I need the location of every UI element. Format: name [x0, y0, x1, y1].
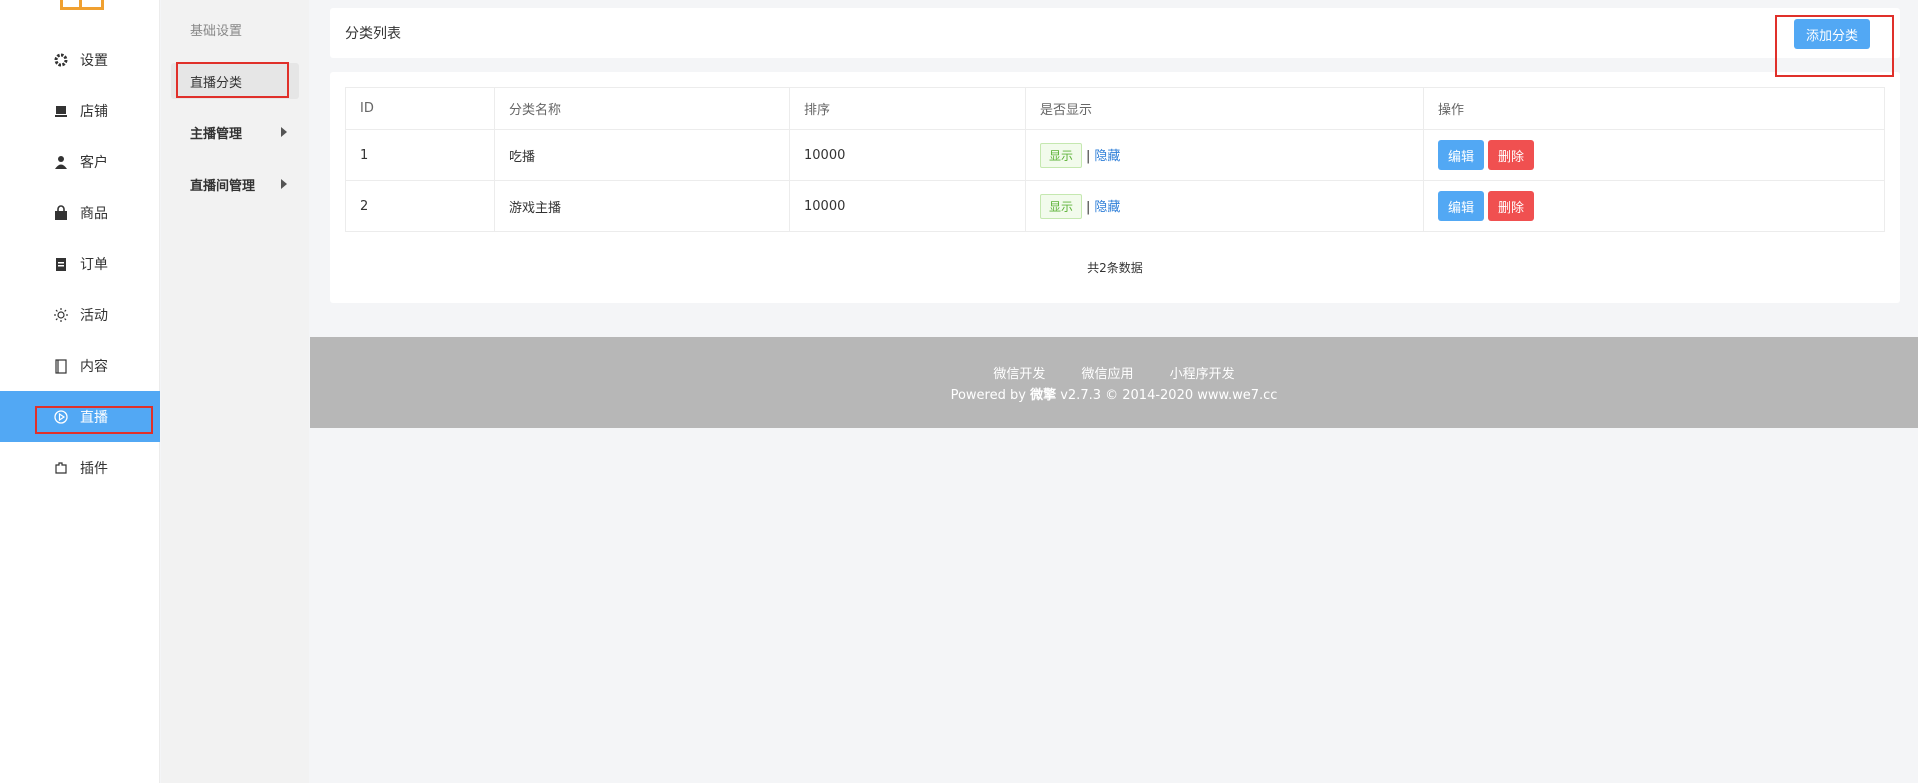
- hide-link[interactable]: 隐藏: [1094, 149, 1120, 164]
- cell-name: 游戏主播: [494, 180, 790, 232]
- sidebar-item-label: 直播: [80, 409, 108, 426]
- edit-button[interactable]: 编辑: [1438, 140, 1485, 170]
- sidebar-item-plugins[interactable]: 插件: [0, 442, 160, 493]
- separator: |: [1086, 148, 1091, 164]
- category-table-card: ID 分类名称 排序 是否显示 操作 1 吃播 10000 显示 | 隐藏 编辑 删除: [330, 72, 1900, 303]
- column-header-id: ID: [345, 87, 495, 130]
- sidebar-item-store[interactable]: 店铺: [0, 85, 160, 136]
- copyright: Powered by 微擎 v2.7.3 © 2014-2020 www.we7…: [310, 384, 1918, 403]
- play-circle-icon: [52, 408, 70, 426]
- sidebar-item-activity[interactable]: 活动: [0, 289, 160, 340]
- table-header-row: ID 分类名称 排序 是否显示 操作: [345, 87, 1885, 130]
- subnav-item-label: 直播分类: [190, 75, 243, 91]
- cell-visible: 显示 | 隐藏: [1025, 129, 1424, 181]
- brand-name: 微擎: [1030, 388, 1057, 403]
- table-row: 2 游戏主播 10000 显示 | 隐藏 编辑 删除: [345, 180, 1885, 232]
- chevron-right-icon: [281, 127, 287, 137]
- version-text: v2.7.3 © 2014-2020 www.we7.cc: [1060, 388, 1278, 403]
- page-footer: 微信开发 微信应用 小程序开发 Powered by 微擎 v2.7.3 © 2…: [310, 337, 1918, 428]
- sidebar-item-orders[interactable]: 订单: [0, 238, 160, 289]
- sidebar-item-live[interactable]: 直播: [0, 391, 160, 442]
- cell-id: 1: [345, 129, 495, 181]
- footer-link-wechat-dev[interactable]: 微信开发: [993, 367, 1045, 382]
- sidebar-item-customer[interactable]: 客户: [0, 136, 160, 187]
- cell-actions: 编辑 删除: [1423, 129, 1885, 181]
- hide-link[interactable]: 隐藏: [1094, 200, 1120, 215]
- user-icon: [52, 153, 70, 171]
- category-table: ID 分类名称 排序 是否显示 操作 1 吃播 10000 显示 | 隐藏 编辑 删除: [345, 87, 1885, 232]
- column-header-sort: 排序: [789, 87, 1026, 130]
- page-title: 分类列表: [345, 26, 401, 42]
- chevron-right-icon: [281, 179, 287, 189]
- sidebar-item-label: 客户: [80, 154, 108, 171]
- subnav-item-label: 主播管理: [190, 126, 243, 142]
- sidebar-item-label: 商品: [80, 205, 108, 222]
- sub-sidebar: 基础设置 直播分类 主播管理 直播间管理: [161, 0, 309, 783]
- footer-links: 微信开发 微信应用 小程序开发: [310, 363, 1918, 382]
- delete-button[interactable]: 删除: [1488, 140, 1535, 170]
- cell-visible: 显示 | 隐藏: [1025, 180, 1424, 232]
- subnav-item-room-management[interactable]: 直播间管理: [171, 166, 299, 202]
- add-category-button[interactable]: 添加分类: [1793, 19, 1870, 49]
- sidebar-item-settings[interactable]: 设置: [0, 34, 160, 85]
- show-tag[interactable]: 显示: [1040, 142, 1083, 168]
- cell-name: 吃播: [494, 129, 790, 181]
- list-header: 分类列表 添加分类: [330, 8, 1900, 58]
- store-icon: [52, 102, 70, 120]
- gear-icon: [52, 51, 70, 69]
- powered-by: Powered by: [950, 388, 1026, 403]
- sidebar-item-content[interactable]: 内容: [0, 340, 160, 391]
- sun-icon: [52, 306, 70, 324]
- sidebar-item-label: 店铺: [80, 103, 108, 120]
- clipboard-icon: [52, 255, 70, 273]
- main-content: 分类列表 添加分类 ID 分类名称 排序 是否显示 操作 1 吃播 10000 …: [310, 0, 1918, 783]
- subnav-item-basic-settings[interactable]: 基础设置: [171, 11, 299, 47]
- sidebar-item-label: 设置: [80, 52, 108, 69]
- main-sidebar: 设置 店铺 客户 商品 订单 活动 内容 直播 插件: [0, 0, 160, 783]
- cell-sort: 10000: [789, 129, 1026, 181]
- column-header-visible: 是否显示: [1025, 87, 1424, 130]
- sidebar-item-label: 活动: [80, 307, 108, 324]
- cell-sort: 10000: [789, 180, 1026, 232]
- subnav-item-label: 基础设置: [190, 23, 243, 39]
- table-row: 1 吃播 10000 显示 | 隐藏 编辑 删除: [345, 129, 1885, 181]
- cell-id: 2: [345, 180, 495, 232]
- sidebar-item-label: 内容: [80, 358, 108, 375]
- column-header-actions: 操作: [1423, 87, 1885, 130]
- bag-icon: [52, 204, 70, 222]
- logo: [60, 0, 104, 10]
- subnav-item-live-category[interactable]: 直播分类: [171, 63, 299, 99]
- edit-button[interactable]: 编辑: [1438, 191, 1485, 221]
- footer-link-wechat-apps[interactable]: 微信应用: [1081, 367, 1133, 382]
- separator: |: [1086, 199, 1091, 215]
- cell-actions: 编辑 删除: [1423, 180, 1885, 232]
- sidebar-item-goods[interactable]: 商品: [0, 187, 160, 238]
- show-tag[interactable]: 显示: [1040, 193, 1083, 219]
- footer-link-miniprogram-dev[interactable]: 小程序开发: [1170, 367, 1235, 382]
- subnav-item-label: 直播间管理: [190, 178, 256, 194]
- subnav-item-anchor-management[interactable]: 主播管理: [171, 114, 299, 150]
- delete-button[interactable]: 删除: [1488, 191, 1535, 221]
- book-icon: [52, 357, 70, 375]
- sidebar-item-label: 订单: [80, 256, 108, 273]
- column-header-name: 分类名称: [494, 87, 790, 130]
- record-count: 共2条数据: [1087, 261, 1143, 275]
- sidebar-item-label: 插件: [80, 460, 108, 477]
- puzzle-icon: [52, 459, 70, 477]
